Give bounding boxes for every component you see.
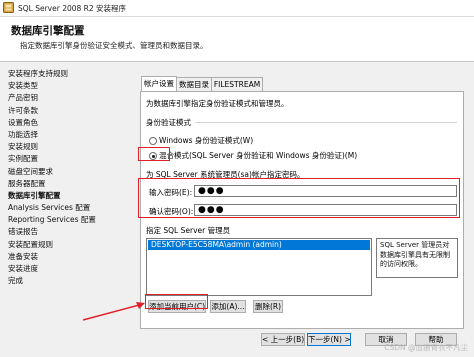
nav-item[interactable]: Analysis Services 配置 [0, 202, 132, 214]
panel-intro: 为数据库引擎指定身份验证模式和管理员。 [146, 99, 289, 108]
nav-item[interactable]: 完成 [0, 275, 132, 287]
windows-auth-label[interactable]: Windows 身份验证模式(W) [159, 135, 253, 146]
admin-list[interactable]: DESKTOP-E5C58MA\admin (admin) [146, 238, 372, 296]
page-description: 指定数据库引擎身份验证安全模式、管理员和数据目录。 [20, 41, 208, 50]
nav-item[interactable]: 安装进度 [0, 263, 132, 275]
confirm-password-label: 确认密码(O): [149, 207, 194, 216]
nav-item[interactable]: 安装程序支持规则 [0, 68, 132, 80]
remove-button[interactable]: 删除(R) [253, 300, 283, 313]
windows-auth-radio[interactable] [149, 137, 157, 145]
watermark-text: CSDN @血狼青衣不凡尘 [384, 343, 468, 352]
tab-account-settings[interactable]: 帐户设置 [141, 76, 177, 91]
nav-item[interactable]: 许可条款 [0, 105, 132, 117]
title-bar: SQL Server 2008 R2 安装程序 [0, 0, 474, 17]
mixed-auth-label[interactable]: 混合模式(SQL Server 身份验证和 Windows 身份验证)(M) [159, 150, 357, 161]
step-navigation: 安装程序支持规则 安装类型 产品密钥 许可条款 设置角色 功能选择 安装规则 实例配置 磁盘空间… [0, 68, 132, 287]
nav-item[interactable]: 准备安装 [0, 251, 132, 263]
page-header: 数据库引擎配置 指定数据库引擎身份验证安全模式、管理员和数据目录。 [0, 17, 474, 62]
nav-item[interactable]: 产品密钥 [0, 92, 132, 104]
confirm-password-field[interactable]: ●●● [194, 204, 457, 216]
account-settings-panel: 为数据库引擎指定身份验证模式和管理员。 身份验证模式 Windows 身份验证模… [140, 91, 464, 329]
nav-item[interactable]: 安装类型 [0, 80, 132, 92]
add-current-user-button[interactable]: 添加当前用户(C) [148, 300, 206, 313]
add-button[interactable]: 添加(A)... [210, 300, 246, 313]
tab-data-directories[interactable]: 数据目录 [176, 77, 212, 91]
nav-item[interactable]: Reporting Services 配置 [0, 214, 132, 226]
nav-item[interactable]: 安装配置规则 [0, 239, 132, 251]
sql-server-setup-icon [3, 2, 14, 13]
sa-password-note: 为 SQL Server 系统管理员(sa)帐户指定密码。 [146, 170, 305, 179]
auth-mode-group-label: 身份验证模式 [146, 118, 191, 127]
nav-item[interactable]: 设置角色 [0, 117, 132, 129]
tab-filestream[interactable]: FILESTREAM [211, 77, 263, 91]
nav-item[interactable]: 服务器配置 [0, 178, 132, 190]
admin-list-item[interactable]: DESKTOP-E5C58MA\admin (admin) [148, 240, 370, 250]
window-title: SQL Server 2008 R2 安装程序 [18, 4, 127, 13]
admins-group-label: 指定 SQL Server 管理员 [146, 226, 231, 235]
password-label: 输入密码(E): [149, 188, 193, 197]
admin-info-text: SQL Server 管理员对数据库引擎具有无限制的访问权限。 [376, 238, 458, 278]
nav-item[interactable]: 磁盘空间要求 [0, 166, 132, 178]
nav-item[interactable]: 功能选择 [0, 129, 132, 141]
next-button[interactable]: 下一步(N) > [307, 333, 351, 346]
mixed-auth-radio[interactable] [149, 152, 157, 160]
nav-item[interactable]: 安装规则 [0, 141, 132, 153]
nav-item[interactable]: 数据库引擎配置 [0, 190, 132, 202]
page-title: 数据库引擎配置 [11, 25, 85, 37]
back-button[interactable]: < 上一步(B) [261, 333, 305, 346]
password-field[interactable]: ●●● [194, 185, 457, 197]
nav-item[interactable]: 实例配置 [0, 153, 132, 165]
nav-item[interactable]: 错误报告 [0, 226, 132, 238]
